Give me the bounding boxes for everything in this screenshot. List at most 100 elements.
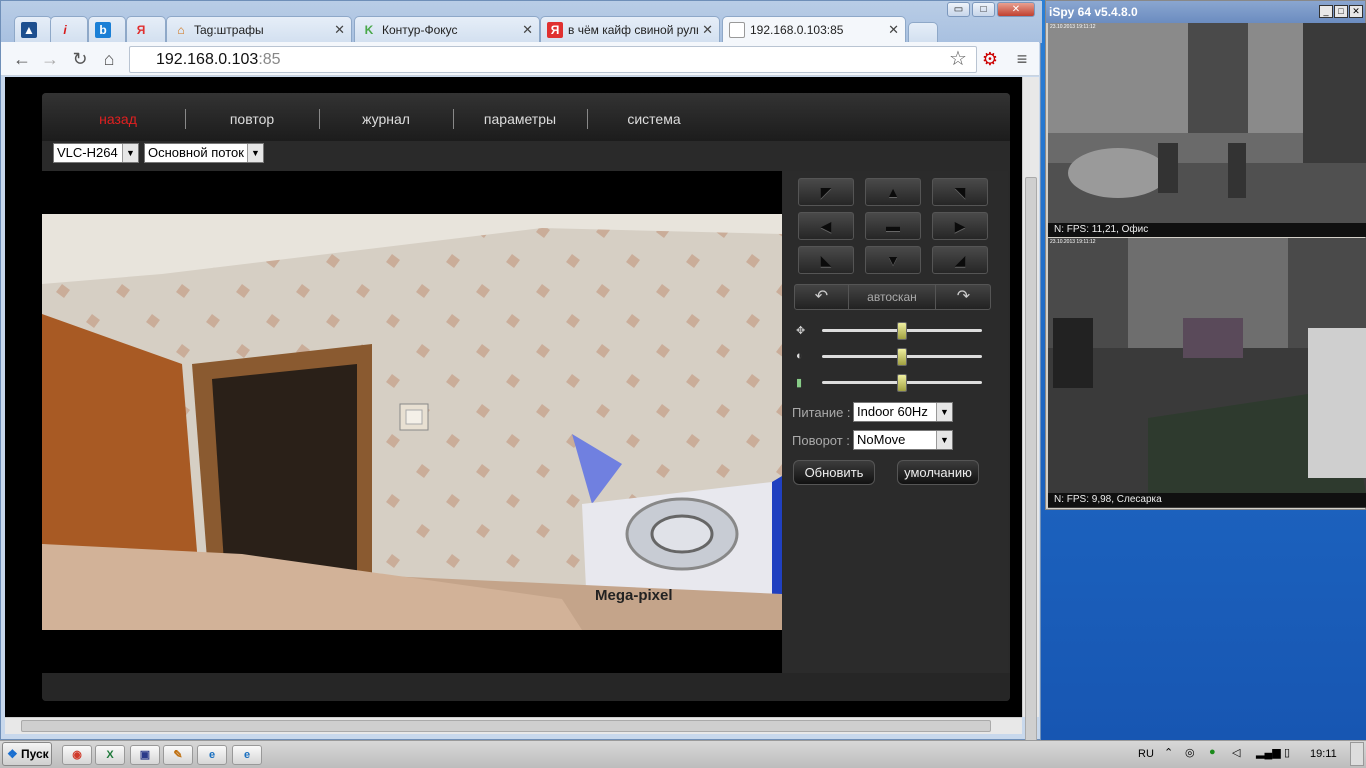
video-frame[interactable]: Mega-pixel bbox=[42, 214, 782, 630]
show-hidden-icons[interactable]: ⌃ bbox=[1164, 746, 1173, 759]
show-desktop-button[interactable] bbox=[1350, 742, 1364, 766]
excel-taskbar-icon[interactable]: X bbox=[95, 745, 125, 765]
codec-value: VLC-H264 bbox=[57, 145, 118, 160]
back-icon[interactable]: ← bbox=[11, 48, 33, 70]
start-button[interactable]: ❖ Пуск bbox=[2, 742, 52, 766]
chevron-down-icon: ▼ bbox=[122, 144, 138, 162]
browser-toolbar: ← → ↻ ⌂ 192.168.0.103:85 ☆ ⚙ ≡ bbox=[1, 42, 1039, 76]
eye-icon[interactable]: ◎ bbox=[1185, 746, 1195, 759]
ptz-left-button[interactable]: ◀ bbox=[798, 212, 854, 240]
extension-icon[interactable]: ⚙ bbox=[979, 48, 1001, 70]
menu-log[interactable]: журнал bbox=[326, 111, 446, 127]
ptz-up-right-button[interactable]: ◥ bbox=[932, 178, 988, 206]
stream-select[interactable]: Основной поток ▼ bbox=[144, 143, 264, 163]
arrow-up-icon: ▲ bbox=[886, 184, 900, 200]
clock[interactable]: 19:11 bbox=[1310, 748, 1337, 760]
reload-icon[interactable]: ↻ bbox=[69, 48, 91, 70]
video-scene-graphic: Mega-pixel bbox=[42, 214, 782, 630]
forward-icon[interactable]: → bbox=[39, 48, 61, 70]
ptz-down-left-button[interactable]: ◣ bbox=[798, 246, 854, 274]
refresh-button[interactable]: Обновить bbox=[793, 460, 875, 485]
minimize-button[interactable]: _ bbox=[1319, 5, 1333, 18]
bing-icon: b bbox=[95, 21, 111, 38]
menu-back[interactable]: назад bbox=[58, 111, 178, 127]
network-icon[interactable]: ▂▄▆ bbox=[1256, 746, 1281, 759]
tab-2[interactable]: i bbox=[50, 16, 88, 42]
menu-replay[interactable]: повтор bbox=[192, 111, 312, 127]
chrome-taskbar-icon[interactable]: ◉ bbox=[62, 745, 92, 765]
url-port: :85 bbox=[258, 51, 281, 68]
menu-separator bbox=[185, 109, 186, 129]
language-indicator[interactable]: RU bbox=[1138, 748, 1154, 760]
rotate-right-icon[interactable]: ↷ bbox=[935, 285, 991, 309]
power-select[interactable]: Indoor 60Hz ▼ bbox=[853, 402, 953, 422]
power-tray-icon[interactable]: ▯ bbox=[1284, 746, 1290, 759]
close-icon[interactable]: ✕ bbox=[522, 22, 533, 38]
home-icon[interactable]: ⌂ bbox=[98, 48, 120, 70]
stream-value: Основной поток bbox=[148, 145, 244, 160]
close-icon[interactable]: ✕ bbox=[334, 22, 345, 38]
chevron-down-icon: ▼ bbox=[936, 403, 952, 421]
tab-tag[interactable]: ⌂ Tag:штрафы ✕ bbox=[166, 16, 352, 42]
ie-taskbar-icon-2[interactable]: e bbox=[232, 745, 262, 765]
arrow-down-left-icon: ◣ bbox=[820, 252, 832, 268]
camera-label: N: FPS: 9,98, Слесарка bbox=[1048, 493, 1366, 507]
menu-icon[interactable]: ≡ bbox=[1011, 48, 1033, 70]
scroll-thumb[interactable] bbox=[1025, 177, 1037, 757]
close-window-button[interactable]: ✕ bbox=[997, 2, 1035, 17]
close-icon[interactable]: ✕ bbox=[702, 22, 713, 38]
timestamp: 23.10.2013 19:11:12 bbox=[1050, 239, 1096, 245]
contrast-slider-knob[interactable] bbox=[897, 348, 907, 366]
tab-4[interactable]: Я bbox=[126, 16, 166, 42]
camera-menu: назад повтор журнал параметры система bbox=[42, 93, 1010, 141]
app-icon: ▲ bbox=[21, 21, 37, 38]
yandex-icon: Я bbox=[547, 21, 563, 38]
close-icon[interactable]: ✕ bbox=[888, 22, 899, 38]
ptz-up-left-button[interactable]: ◤ bbox=[798, 178, 854, 206]
camera-feed-workshop[interactable]: 23.10.2013 19:11:12 N: FPS: 9,98, Слесар… bbox=[1048, 238, 1366, 508]
tab-title: Контур-Фокус bbox=[382, 22, 458, 37]
volume-icon[interactable]: ◁ bbox=[1232, 746, 1240, 759]
folder-taskbar-icon[interactable]: ✎ bbox=[163, 745, 193, 765]
info-icon: i bbox=[63, 22, 67, 37]
vertical-scrollbar[interactable] bbox=[1022, 77, 1039, 757]
saturation-slider-knob[interactable] bbox=[897, 374, 907, 392]
tab-active[interactable]: 192.168.0.103:85 ✕ bbox=[722, 16, 906, 43]
tab-kontur[interactable]: K Контур-Фокус ✕ bbox=[354, 16, 540, 42]
menu-params[interactable]: параметры bbox=[460, 111, 580, 127]
tab-1[interactable]: ▲ bbox=[14, 16, 52, 42]
ptz-down-button[interactable]: ▼ bbox=[865, 246, 921, 274]
tab-3[interactable]: b bbox=[88, 16, 126, 42]
ptz-right-button[interactable]: ▶ bbox=[932, 212, 988, 240]
new-tab-button[interactable] bbox=[908, 22, 938, 42]
kontur-icon: K bbox=[364, 22, 374, 37]
tab-yandex[interactable]: Я в чём кайф свиной рульки ✕ bbox=[540, 16, 720, 42]
save-taskbar-icon[interactable]: ▣ bbox=[130, 745, 160, 765]
autoscan-button[interactable]: автоскан bbox=[849, 285, 935, 309]
chevron-down-icon: ▼ bbox=[247, 144, 263, 162]
codec-select[interactable]: VLC-H264 ▼ bbox=[53, 143, 139, 163]
ptz-down-right-button[interactable]: ◢ bbox=[932, 246, 988, 274]
minimize-button[interactable]: ▭ bbox=[947, 2, 970, 17]
ptz-center-button[interactable]: ▬ bbox=[865, 212, 921, 240]
maximize-button[interactable]: □ bbox=[972, 2, 995, 17]
horizontal-scrollbar[interactable] bbox=[5, 717, 1022, 734]
brightness-slider-knob[interactable] bbox=[897, 322, 907, 340]
yandex-icon: Я bbox=[136, 22, 146, 37]
stop-icon: ▬ bbox=[886, 218, 900, 234]
ispy-tray-icon[interactable]: ● bbox=[1209, 746, 1216, 758]
close-window-button[interactable]: ✕ bbox=[1349, 5, 1363, 18]
address-bar[interactable]: 192.168.0.103:85 bbox=[129, 46, 977, 73]
rotate-select[interactable]: NoMove ▼ bbox=[853, 430, 953, 450]
ptz-up-button[interactable]: ▲ bbox=[865, 178, 921, 206]
menu-system[interactable]: система bbox=[594, 111, 714, 127]
bookmark-star-icon[interactable]: ☆ bbox=[947, 48, 969, 70]
camera-feed-office[interactable]: 23.10.2013 19:11:12 N: FPS: 11,21, Офис bbox=[1048, 23, 1366, 237]
windows-logo-icon: ❖ bbox=[7, 747, 18, 761]
scroll-thumb[interactable] bbox=[21, 720, 991, 732]
menu-separator bbox=[453, 109, 454, 129]
rotate-left-icon[interactable]: ↶ bbox=[795, 285, 849, 309]
ie-taskbar-icon[interactable]: e bbox=[197, 745, 227, 765]
default-button[interactable]: умолчанию bbox=[897, 460, 979, 485]
maximize-button[interactable]: □ bbox=[1334, 5, 1348, 18]
